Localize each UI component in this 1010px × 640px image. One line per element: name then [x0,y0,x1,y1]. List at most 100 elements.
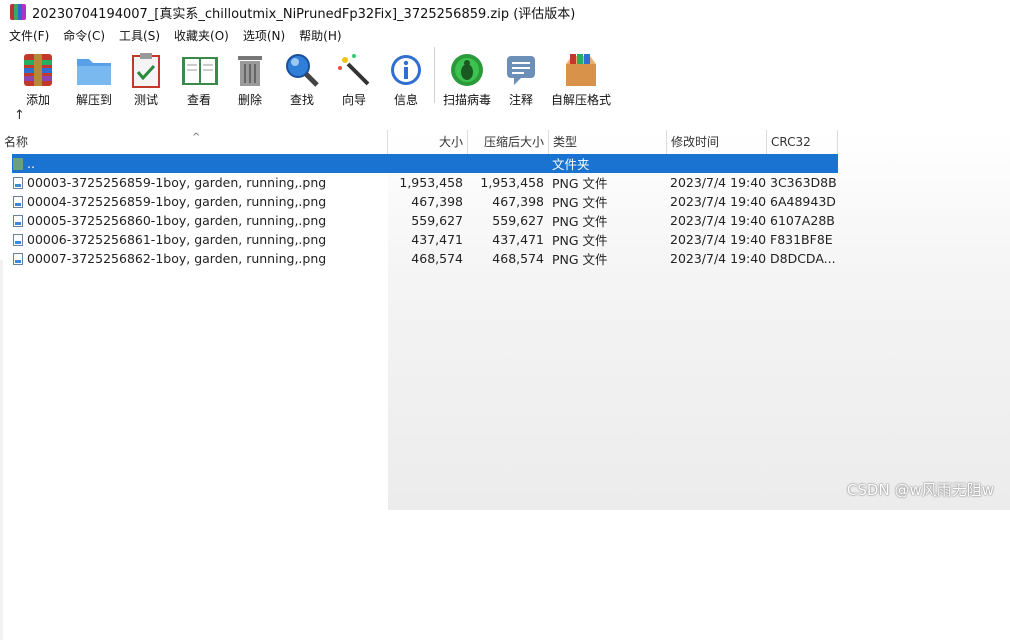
file-type: PNG 文件 [552,195,608,210]
file-name: 00007-3725256862-1boy, garden, running,.… [27,251,327,266]
virus-bug-icon [448,51,486,89]
add-archive-icon [19,51,57,89]
delete-button[interactable]: 删除 [230,47,270,108]
scan-virus-button[interactable]: 扫描病毒 [441,47,493,108]
extract-label: 解压到 [75,93,112,107]
sfx-label: 自解压格式 [551,93,612,107]
sort-ascending-icon: ^ [192,132,201,143]
scan-label: 扫描病毒 [442,93,491,107]
row-name: 00003-3725256859-1boy, garden, running,.… [0,175,387,190]
file-packed-size: 468,574 [492,251,544,266]
png-file-icon [13,233,23,246]
row-name: .. [0,156,387,171]
png-file-icon [13,195,23,208]
magnifier-icon [283,51,321,89]
file-list[interactable]: 名称 ^ 大小 压缩后大小 类型 修改时间 CRC32 .. 文件夹 00003… [0,130,1010,640]
sfx-box-icon [562,51,600,89]
file-modified: 2023/7/4 19:40 [670,232,766,247]
file-size: 437,471 [411,232,463,247]
column-name[interactable]: 名称 ^ [0,130,388,154]
file-row[interactable]: 00007-3725256862-1boy, garden, running,.… [0,249,838,268]
test-clipboard-icon [127,51,165,89]
menu-commands[interactable]: 命令(C) [54,27,110,44]
add-button[interactable]: 添加 [18,47,58,108]
menu-tools[interactable]: 工具(S) [110,27,165,44]
view-button[interactable]: 查看 [177,47,221,108]
row-type: 文件夹 [552,157,590,172]
left-edge [0,260,3,640]
row-name: 00004-3725256859-1boy, garden, running,.… [0,194,387,209]
file-modified: 2023/7/4 19:40 [670,251,766,266]
png-file-icon [13,176,23,189]
comment-button[interactable]: 注释 [501,47,541,108]
column-name-label: 名称 [4,135,29,149]
file-name: 00005-3725256860-1boy, garden, running,.… [27,213,327,228]
file-name: 00004-3725256859-1boy, garden, running,.… [27,194,327,209]
menu-help[interactable]: 帮助(H) [290,27,346,44]
file-crc: F831BF8E [770,232,833,247]
column-type[interactable]: 类型 [549,130,667,154]
wizard-label: 向导 [341,93,366,107]
file-row[interactable]: 00006-3725256861-1boy, garden, running,.… [0,230,838,249]
view-book-icon [180,51,218,89]
csdn-watermark: CSDN @w风雨无阻w [846,481,994,499]
find-button[interactable]: 查找 [282,47,322,108]
file-size: 467,398 [411,194,463,209]
file-packed-size: 467,398 [492,194,544,209]
add-label: 添加 [25,93,50,107]
file-type: PNG 文件 [552,214,608,229]
file-row[interactable]: 00003-3725256859-1boy, garden, running,.… [0,173,838,192]
title-bar: 20230704194007_[真实系_chilloutmix_NiPruned… [0,0,1010,24]
menu-options[interactable]: 选项(N) [234,27,290,44]
file-crc: 3C363D8B [770,175,837,190]
file-name: 00003-3725256859-1boy, garden, running,.… [27,175,327,190]
png-file-icon [13,214,23,227]
file-modified: 2023/7/4 19:40 [670,175,766,190]
toolbar-separator [434,47,435,103]
folder-icon [13,157,23,170]
file-crc: D8DCDA... [770,251,836,266]
column-crc[interactable]: CRC32 [767,130,838,154]
find-label: 查找 [289,93,314,107]
parent-folder-row[interactable]: .. 文件夹 [12,154,838,173]
parent-folder-name: .. [27,156,35,171]
comment-label: 注释 [508,93,533,107]
delete-label: 删除 [237,93,262,107]
view-label: 查看 [186,93,211,107]
test-label: 测试 [133,93,158,107]
row-name: 00007-3725256862-1boy, garden, running,.… [0,251,387,266]
up-one-level-button[interactable]: ↑ [14,108,25,123]
column-size[interactable]: 大小 [388,130,468,154]
file-size: 468,574 [411,251,463,266]
file-size: 1,953,458 [399,175,463,190]
test-button[interactable]: 测试 [126,47,166,108]
column-modified[interactable]: 修改时间 [667,130,767,154]
file-name: 00006-3725256861-1boy, garden, running,.… [27,232,327,247]
png-file-icon [13,252,23,265]
file-row[interactable]: 00005-3725256860-1boy, garden, running,.… [0,211,838,230]
magic-wand-icon [335,51,373,89]
extract-to-button[interactable]: 解压到 [70,47,118,108]
wizard-button[interactable]: 向导 [334,47,374,108]
menu-file[interactable]: 文件(F) [0,27,54,44]
file-type: PNG 文件 [552,252,608,267]
info-icon [387,51,425,89]
winrar-app-icon [10,4,26,20]
file-size: 559,627 [411,213,463,228]
file-type: PNG 文件 [552,176,608,191]
file-row[interactable]: 00004-3725256859-1boy, garden, running,.… [0,192,838,211]
column-packed[interactable]: 压缩后大小 [468,130,549,154]
file-packed-size: 437,471 [492,232,544,247]
file-crc: 6A48943D [770,194,836,209]
row-name: 00006-3725256861-1boy, garden, running,.… [0,232,387,247]
menu-bar: 文件(F) 命令(C) 工具(S) 收藏夹(O) 选项(N) 帮助(H) [0,25,1010,45]
menu-favorites[interactable]: 收藏夹(O) [165,27,234,44]
info-button[interactable]: 信息 [386,47,426,108]
file-packed-size: 1,953,458 [480,175,544,190]
sfx-button[interactable]: 自解压格式 [551,47,611,108]
toolbar: 添加 解压到 测试 查看 删除 查找 向导 信息 扫描病毒 注释 自解压格式 [0,47,1010,107]
info-label: 信息 [393,93,418,107]
file-modified: 2023/7/4 19:40 [670,194,766,209]
file-modified: 2023/7/4 19:40 [670,213,766,228]
file-crc: 6107A28B [770,213,835,228]
